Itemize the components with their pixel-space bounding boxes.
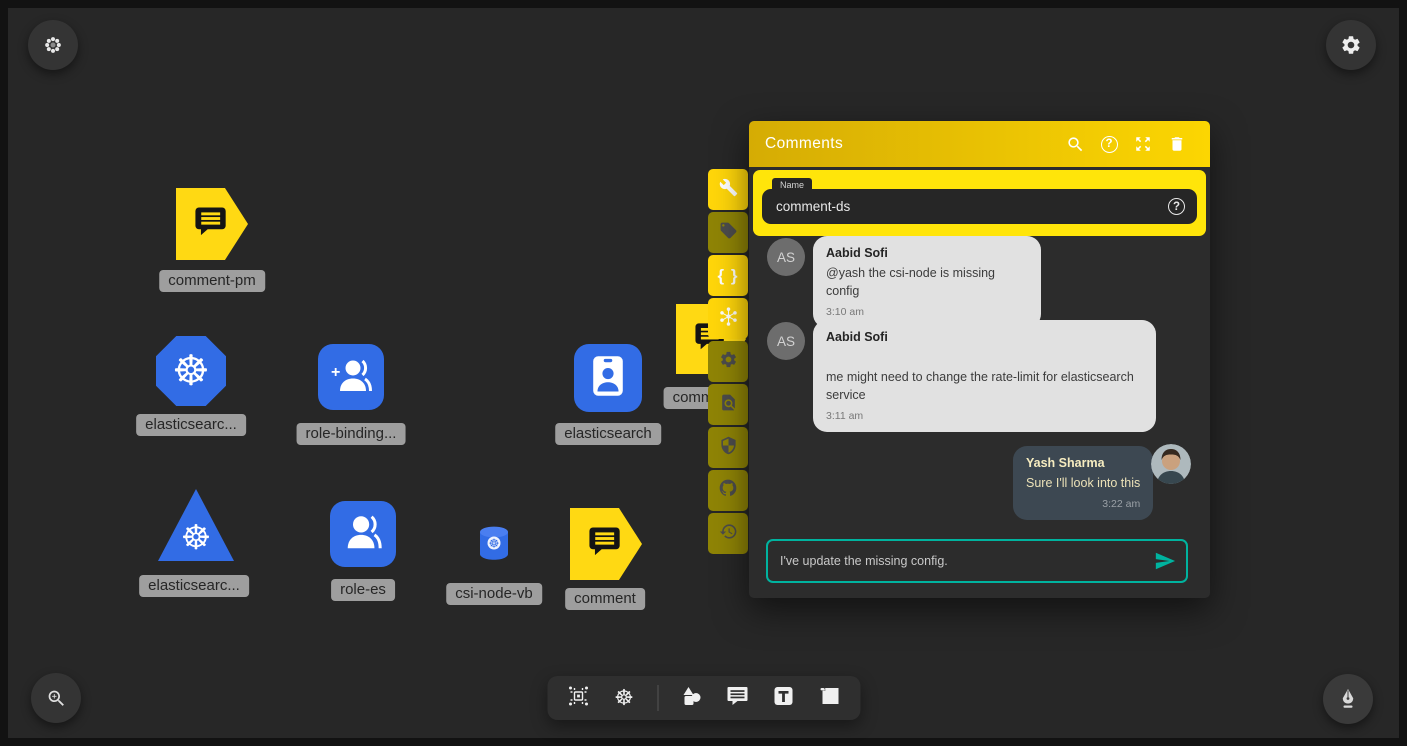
comment-bubble-icon (194, 206, 230, 243)
svg-text:☸: ☸ (489, 536, 500, 550)
message-time: 3:11 am (826, 410, 1143, 422)
avatar: AS (767, 322, 805, 360)
comment-input[interactable] (780, 554, 1154, 568)
tag-tool-button[interactable] (708, 212, 748, 253)
node-action-toolbar: { } (708, 169, 748, 554)
chat-message: Aabid Sofi me might need to change the r… (813, 320, 1156, 432)
node-label[interactable]: role-es (331, 579, 395, 601)
delete-button[interactable] (1160, 135, 1194, 153)
braces-icon: { } (718, 266, 739, 286)
help-icon: ? (1101, 136, 1118, 153)
history-icon (719, 522, 738, 546)
app-window: comment-pm ☸ elasticsearc... + role-bind… (0, 0, 1407, 746)
kubernetes-wheel-icon: ☸ (172, 350, 210, 392)
tag-icon (719, 221, 738, 245)
message-text: me might need to change the rate-limit f… (826, 368, 1143, 404)
comment-tool-button[interactable] (724, 685, 750, 711)
kubernetes-wheel-icon: ☸ (181, 521, 211, 555)
note-tool-button[interactable] (816, 685, 842, 711)
github-tool-button[interactable] (708, 470, 748, 511)
shield-icon (719, 436, 738, 460)
settings-button[interactable] (1326, 20, 1376, 70)
gear-icon (719, 350, 738, 374)
wrench-tool-button[interactable] (708, 169, 748, 210)
shapes-icon (679, 684, 703, 713)
node-comment[interactable] (570, 508, 642, 580)
node-role-binding[interactable]: + (318, 344, 384, 410)
pen-tool-button[interactable] (1323, 674, 1373, 724)
message-author: Yash Sharma (1026, 456, 1140, 470)
storage-cylinder-icon: ☸ (477, 525, 511, 566)
name-field-section: Name ? (753, 170, 1206, 236)
node-label[interactable]: elasticsearch (555, 423, 661, 445)
message-author: Aabid Sofi (826, 246, 1028, 260)
toolbar-divider (657, 685, 658, 711)
node-label[interactable]: comment (565, 588, 645, 610)
comment-bubble-icon (588, 526, 624, 563)
app-menu-button[interactable] (28, 20, 78, 70)
node-label[interactable]: comment-pm (159, 270, 265, 292)
message-text: Sure I'll look into this (1026, 474, 1140, 492)
settings-gear-icon (1340, 34, 1362, 56)
component-graph-button[interactable] (565, 685, 591, 711)
message-time: 3:22 am (1026, 498, 1140, 510)
gear-tool-button[interactable] (708, 341, 748, 382)
history-tool-button[interactable] (708, 513, 748, 554)
expand-button[interactable] (1126, 135, 1160, 153)
comment-composer (766, 539, 1188, 583)
kubernetes-button[interactable]: ☸ (611, 685, 637, 711)
chat-message: Yash Sharma Sure I'll look into this 3:2… (1013, 446, 1153, 520)
node-elasticsearch-triangle[interactable]: ☸ (158, 489, 234, 561)
text-tool-button[interactable] (770, 685, 796, 711)
component-graph-icon (566, 684, 590, 713)
role-binding-icon: + (329, 355, 373, 400)
doc-search-tool-button[interactable] (708, 384, 748, 425)
node-label[interactable]: csi-node-vb (446, 583, 542, 605)
field-help-icon[interactable]: ? (1168, 198, 1185, 215)
shapes-button[interactable] (678, 685, 704, 711)
kubernetes-icon: ☸ (614, 686, 634, 711)
note-tool-icon (817, 684, 841, 713)
comment-tool-icon (725, 684, 749, 713)
search-button[interactable] (1058, 135, 1092, 154)
doc-search-icon (719, 393, 738, 417)
panel-title: Comments (765, 135, 1058, 153)
node-label[interactable]: elasticsearc... (139, 575, 249, 597)
text-tool-icon (771, 684, 795, 713)
wrench-icon (719, 178, 738, 202)
message-time: 3:10 am (826, 306, 1028, 318)
message-author: Aabid Sofi (826, 330, 1143, 344)
mesh-tool-button[interactable] (708, 298, 748, 339)
send-button[interactable] (1154, 550, 1176, 572)
pen-tool-icon (1336, 687, 1360, 711)
node-label[interactable]: elasticsearc... (136, 414, 246, 436)
node-role-es[interactable] (330, 501, 396, 567)
braces-tool-button[interactable]: { } (708, 255, 748, 296)
shield-tool-button[interactable] (708, 427, 748, 468)
avatar-photo (1151, 444, 1191, 484)
app-flower-icon (43, 35, 63, 55)
comments-panel: Comments ? Name ? AS Aabid Sofi @yash th… (749, 121, 1210, 598)
shape-palette-toolbar: ☸ (547, 676, 860, 720)
mesh-icon (718, 306, 739, 332)
comments-panel-header[interactable]: Comments ? (749, 121, 1210, 167)
help-button[interactable]: ? (1092, 136, 1126, 153)
avatar: AS (767, 238, 805, 276)
node-elasticsearch-octagon[interactable]: ☸ (156, 336, 226, 406)
canvas[interactable]: comment-pm ☸ elasticsearc... + role-bind… (8, 8, 1399, 738)
name-input[interactable] (776, 199, 1168, 214)
chat-message: Aabid Sofi @yash the csi-node is missing… (813, 236, 1041, 328)
node-elasticsearch-serviceaccount[interactable] (574, 344, 642, 412)
svg-text:+: + (331, 364, 340, 381)
role-icon (342, 512, 384, 557)
service-account-badge-icon (588, 353, 628, 404)
node-csi-node-vb[interactable]: ☸ (477, 527, 511, 563)
node-comment-pm[interactable] (176, 188, 248, 260)
node-label[interactable]: role-binding... (297, 423, 406, 445)
github-icon (718, 478, 738, 503)
zoom-in-icon (46, 688, 67, 709)
zoom-in-button[interactable] (31, 673, 81, 723)
message-text: @yash the csi-node is missing config (826, 264, 1028, 300)
